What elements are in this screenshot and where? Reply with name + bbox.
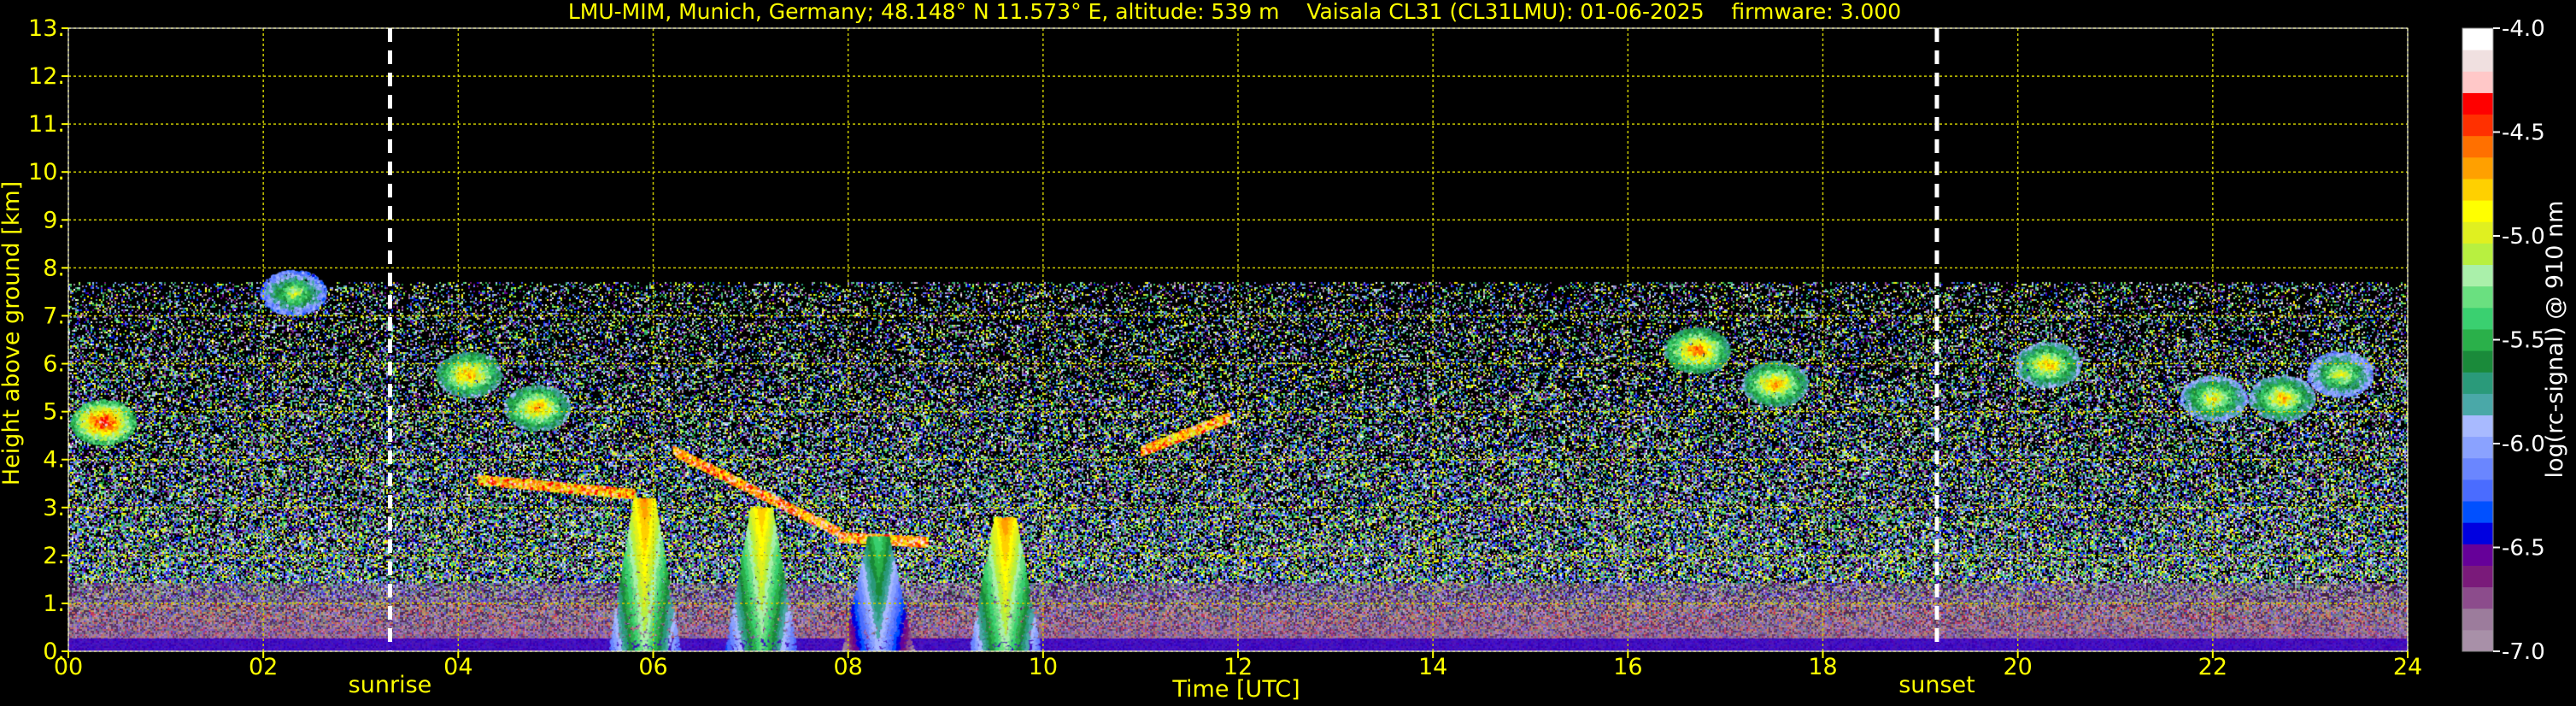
- y-tick-label: 3.: [43, 495, 65, 521]
- colorbar-segment: [2462, 522, 2493, 544]
- y-axis-label: Height above ground [km]: [0, 181, 25, 485]
- colorbar-tick-label: -6.0: [2502, 432, 2545, 457]
- x-tick-label: 20: [2003, 654, 2032, 680]
- x-tick-label: 18: [1808, 654, 1837, 680]
- x-tick-label: 02: [249, 654, 278, 680]
- colorbar-segment: [2462, 28, 2493, 50]
- colorbar-segment: [2462, 92, 2493, 115]
- colorbar-segment: [2462, 221, 2493, 244]
- y-tick-label: 5.: [43, 399, 65, 426]
- colorbar-segment: [2462, 457, 2493, 480]
- y-tick-label: 12.: [28, 63, 65, 90]
- y-tick-label: 13.: [28, 15, 65, 42]
- y-tick-label: 10.: [28, 159, 65, 185]
- colorbar-tick-label: -4.5: [2502, 121, 2545, 146]
- x-tick-label: 06: [638, 654, 667, 680]
- colorbar-segment: [2462, 328, 2493, 351]
- colorbar-segment: [2462, 243, 2493, 266]
- colorbar-segment: [2462, 178, 2493, 201]
- y-tick-label: 6.: [43, 351, 65, 378]
- x-tick-label: 08: [833, 654, 862, 680]
- colorbar-segment: [2462, 608, 2493, 631]
- colorbar-segment: [2462, 285, 2493, 309]
- x-tick-label: 10: [1029, 654, 1058, 680]
- x-tick-label: 14: [1418, 654, 1447, 680]
- colorbar-segment: [2462, 501, 2493, 523]
- x-tick-label: 04: [443, 654, 472, 680]
- colorbar-segment: [2462, 544, 2493, 566]
- colorbar-tick-label: -4.0: [2502, 16, 2545, 42]
- x-tick-label: 16: [1613, 654, 1642, 680]
- colorbar-segment: [2462, 372, 2493, 394]
- ceilometer-chart: LMU-MIM, Munich, Germany; 48.148° N 11.5…: [0, 0, 2576, 706]
- colorbar-segment: [2462, 586, 2493, 609]
- x-tick-label: 00: [54, 654, 83, 680]
- y-tick-label: 4.: [43, 447, 65, 474]
- colorbar-tick-label: -5.0: [2502, 224, 2545, 250]
- colorbar-segment: [2462, 156, 2493, 179]
- sunrise-label: sunrise: [349, 672, 432, 698]
- x-tick-label: 24: [2393, 654, 2422, 680]
- y-tick-label: 7.: [43, 303, 65, 329]
- y-tick-label: 1.: [43, 591, 65, 617]
- colorbar-segment: [2462, 415, 2493, 438]
- y-tick-label: 11.: [28, 111, 65, 138]
- colorbar-segment: [2462, 71, 2493, 93]
- y-tick-label: 2.: [43, 543, 65, 569]
- colorbar-segment: [2462, 479, 2493, 502]
- y-tick-label: 8.: [43, 255, 65, 281]
- colorbar-segment: [2462, 350, 2493, 373]
- colorbar-segment: [2462, 264, 2493, 287]
- colorbar-tick-label: -7.0: [2502, 639, 2545, 665]
- colorbar-segment: [2462, 565, 2493, 588]
- sunset-label: sunset: [1898, 672, 1975, 698]
- colorbar-segment: [2462, 307, 2493, 330]
- colorbar-segment: [2462, 629, 2493, 652]
- colorbar-tick-label: -6.5: [2502, 536, 2545, 562]
- colorbar-segment: [2462, 50, 2493, 72]
- chart-title: LMU-MIM, Munich, Germany; 48.148° N 11.5…: [568, 0, 1901, 24]
- x-tick-label: 22: [2198, 654, 2227, 680]
- x-axis-label: Time [UTC]: [1171, 676, 1300, 703]
- colorbar-tick-label: -5.5: [2502, 328, 2545, 354]
- colorbar-segment: [2462, 436, 2493, 459]
- colorbar-segment: [2462, 114, 2493, 137]
- colorbar-segment: [2462, 200, 2493, 222]
- colorbar-label: log(rc-signal) @ 910 nm: [2542, 201, 2568, 479]
- colorbar-segment: [2462, 393, 2493, 415]
- colorbar-segment: [2462, 135, 2493, 158]
- y-tick-label: 9.: [43, 207, 65, 233]
